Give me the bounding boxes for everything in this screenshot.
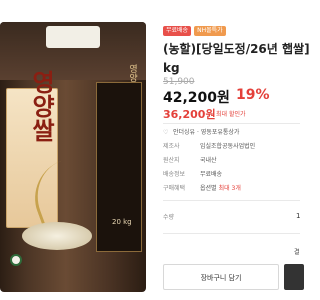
coupon-price-label: 최대 할인가	[216, 111, 246, 118]
shipping-value: 무료배송	[200, 171, 223, 178]
seller-name[interactable]: 안더싱유 · 영동포유통상가	[173, 128, 239, 138]
purchase-limit: 최대 3개	[218, 185, 241, 192]
origin-value: 국내산	[200, 157, 217, 164]
bag-title-text: 영양쌀	[27, 70, 56, 142]
shipping-label: 배송정보	[163, 171, 186, 178]
buy-now-button[interactable]	[284, 264, 304, 290]
bag-seal-label	[46, 26, 100, 48]
benefit-label: 구매혜택	[163, 185, 186, 192]
divider	[163, 123, 300, 124]
rice-bag	[0, 22, 146, 292]
divider	[163, 200, 300, 201]
original-price: 51,900	[163, 77, 195, 87]
product-title-line1: (농할)[당일도정/26년 햅쌀]	[163, 42, 310, 56]
benefit-value: 옵션별 최대 3개	[200, 184, 241, 194]
origin-label: 원산지	[163, 157, 180, 164]
manufacturer-label: 제조사	[163, 143, 180, 150]
product-title: (농할)[당일도정/26년 햅쌀] kg	[163, 40, 310, 78]
quantity-label: 수량	[163, 214, 175, 221]
sale-price: 42,200원	[163, 90, 230, 106]
nh-mall-special-badge: NH몰특가	[194, 26, 226, 36]
free-shipping-badge: 무료배송	[163, 26, 192, 36]
manufacturer-value: 임실조합공동사업법인	[200, 143, 256, 150]
bag-weight-text: 20 kg	[112, 218, 132, 226]
quantity-stepper[interactable]: 1	[296, 212, 300, 220]
bag-side-panel	[96, 82, 142, 252]
rice-pile-illustration	[22, 222, 92, 250]
bag-panel-text: 영양	[127, 64, 137, 82]
product-image: 영양쌀 영양 20 kg	[0, 0, 148, 300]
benefit-option-text: 옵션별	[200, 185, 217, 192]
total-label: 결	[294, 249, 300, 256]
certification-badge-icon	[10, 254, 22, 266]
product-badges: 무료배송 NH몰특가	[163, 26, 226, 36]
divider	[163, 233, 300, 234]
add-to-cart-button[interactable]: 장바구니 담기	[163, 264, 279, 290]
heart-icon[interactable]: ♡	[163, 128, 170, 138]
coupon-price: 36,200원	[163, 108, 216, 121]
product-title-line2: kg	[163, 61, 180, 75]
discount-rate: 19%	[236, 87, 270, 103]
